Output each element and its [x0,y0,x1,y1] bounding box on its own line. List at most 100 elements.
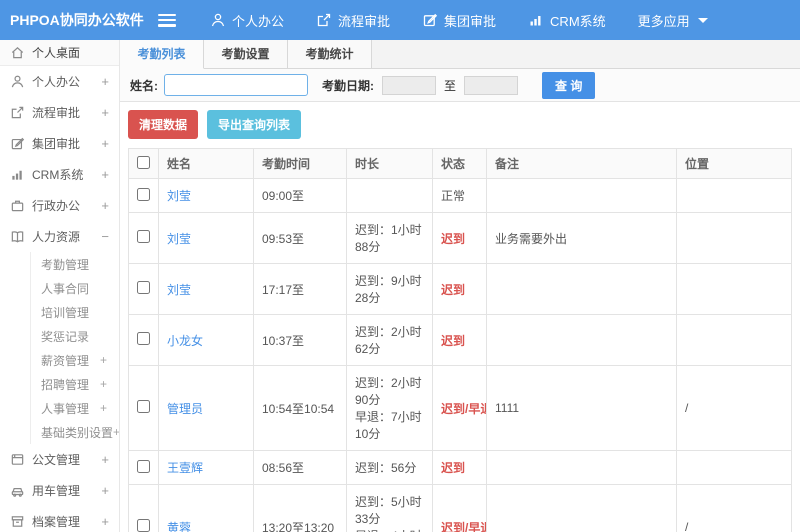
attendance-time-cell: 10:54至10:54 [253,365,347,451]
expand-icon[interactable]: + [100,401,107,415]
status-cell: 迟到 [432,450,487,485]
location-cell: / [676,365,792,451]
nav-workflow-approval[interactable]: 流程审批 [316,11,390,30]
location-cell [676,450,792,485]
status-cell: 迟到 [432,212,487,264]
sidebar-item-label: 用车管理 [32,484,81,498]
table-row: 刘莹 17:17至 迟到：9小时28分 迟到 [128,263,792,315]
sidebar-item-desktop[interactable]: 个人桌面 [0,40,119,66]
sidebar-item-training-mgmt[interactable]: 培训管理 [31,300,119,324]
table-row: 黄蓉 13:20至13:20 迟到：5小时33分 早退：4小时67分 迟到/早退… [128,484,792,532]
expand-icon[interactable]: + [101,452,109,467]
remark-cell [486,314,677,366]
sidebar-item-attendance-mgmt[interactable]: 考勤管理 [31,252,119,276]
expand-icon[interactable]: + [100,377,107,391]
date-to-input[interactable] [464,75,519,95]
table-row: 刘莹 09:00至 正常 [128,178,792,213]
sidebar-item-admin-office[interactable]: 行政办公 + [0,190,119,221]
sidebar-item-recruit-mgmt[interactable]: 招聘管理 + [31,372,119,396]
content-area: 清理数据 导出查询列表 姓名 考勤时间 时长 状态 备注 位置 刘莹 09:00… [120,102,800,532]
employee-name-link[interactable]: 刘莹 [158,263,254,315]
row-checkbox[interactable] [137,281,150,294]
remark-cell [486,484,677,532]
nav-personal-office[interactable]: 个人办公 [210,11,284,30]
row-checkbox[interactable] [137,187,150,201]
row-checkbox[interactable] [137,519,150,532]
attendance-time-cell: 08:56至 [253,450,347,485]
sidebar-item-group-approval[interactable]: 集团审批 + [0,128,119,159]
employee-name-link[interactable]: 黄蓉 [158,484,254,532]
employee-name-link[interactable]: 小龙女 [158,314,254,366]
sidebar-item-crm[interactable]: CRM系统 + [0,159,119,190]
employee-name-link[interactable]: 管理员 [158,365,254,451]
chart-icon [530,16,541,26]
expand-icon[interactable]: + [101,136,109,151]
duration-cell: 迟到：9小时28分 [346,263,433,315]
row-checkbox[interactable] [137,400,150,413]
employee-name-link[interactable]: 王壹辉 [158,450,254,485]
caret-down-icon [697,17,708,23]
row-checkbox[interactable] [137,230,150,243]
expand-icon[interactable]: + [101,483,109,498]
nav-crm-system[interactable]: CRM系统 [528,11,606,30]
sidebar-item-hr-contract[interactable]: 人事合同 [31,276,119,300]
sidebar-item-salary-mgmt[interactable]: 薪资管理 + [31,348,119,372]
sidebar-item-reward-records[interactable]: 奖惩记录 [31,324,119,348]
nav-label: CRM系统 [550,13,606,29]
sidebar-item-document-mgmt[interactable]: 公文管理 + [0,444,119,475]
employee-name-link[interactable]: 刘莹 [158,178,254,213]
sidebar-item-human-resources[interactable]: 人力资源 − [0,221,119,252]
table-row: 管理员 10:54至10:54 迟到：2小时90分 早退：7小时10分 迟到/早… [128,365,792,451]
row-checkbox-cell [128,365,159,451]
expand-icon[interactable]: + [101,105,109,120]
employee-name-link[interactable]: 刘莹 [158,212,254,264]
topbar: PHPOA协同办公软件 个人办公 流程审批 集团审批 CRM系统 更多应用 [0,0,800,40]
nav-label: 集团审批 [444,13,497,29]
expand-icon[interactable]: + [101,514,109,529]
row-checkbox[interactable] [137,459,150,473]
nav-more-apps[interactable]: 更多应用 [638,11,708,30]
expand-icon[interactable]: + [101,198,109,213]
expand-icon[interactable]: + [101,74,109,89]
car-icon [11,488,24,497]
menu-toggle-icon[interactable] [158,13,176,27]
tab-attendance-settings[interactable]: 考勤设置 [204,40,288,68]
book-icon [11,231,24,243]
remark-cell [486,263,677,315]
query-button[interactable]: 查 询 [542,71,596,99]
export-list-button[interactable]: 导出查询列表 [207,110,302,139]
archive-icon [11,516,24,527]
name-label: 姓名: [130,78,158,93]
nav-label: 更多应用 [637,13,690,29]
sidebar-item-personnel-mgmt[interactable]: 人事管理 + [31,396,119,420]
location-cell [676,263,792,315]
tab-attendance-stats[interactable]: 考勤统计 [288,40,372,68]
expand-icon[interactable]: + [101,167,109,182]
column-header-duration: 时长 [346,148,433,179]
user-icon [211,13,225,27]
sidebar-item-base-category[interactable]: 基础类别设置 + [31,420,119,444]
sidebar-item-workflow-approval[interactable]: 流程审批 + [0,97,119,128]
clear-data-button[interactable]: 清理数据 [128,110,199,139]
collapse-icon[interactable]: − [101,229,109,244]
sidebar-item-label: 人力资源 [32,230,81,244]
table-row: 刘莹 09:53至 迟到：1小时88分 迟到 业务需要外出 [128,212,792,264]
column-header-remark: 备注 [486,148,677,179]
sidebar-item-archive-mgmt[interactable]: 档案管理 + [0,506,119,532]
status-cell: 迟到 [432,314,487,366]
name-input[interactable] [164,74,308,96]
expand-icon[interactable]: + [100,353,107,367]
select-all-checkbox[interactable] [137,155,150,169]
sidebar-item-label: 个人桌面 [32,46,81,60]
expand-icon[interactable]: + [113,425,119,439]
row-checkbox-cell [128,263,159,315]
sidebar-item-personal-office[interactable]: 个人办公 + [0,66,119,97]
column-header-location: 位置 [676,148,792,179]
row-checkbox[interactable] [137,332,150,345]
nav-group-approval[interactable]: 集团审批 [422,11,496,30]
attendance-date-label: 考勤日期: [322,78,374,93]
chart-icon [12,170,22,180]
tab-attendance-list[interactable]: 考勤列表 [120,40,204,69]
date-from-input[interactable] [382,75,436,95]
sidebar-item-vehicle-mgmt[interactable]: 用车管理 + [0,475,119,506]
